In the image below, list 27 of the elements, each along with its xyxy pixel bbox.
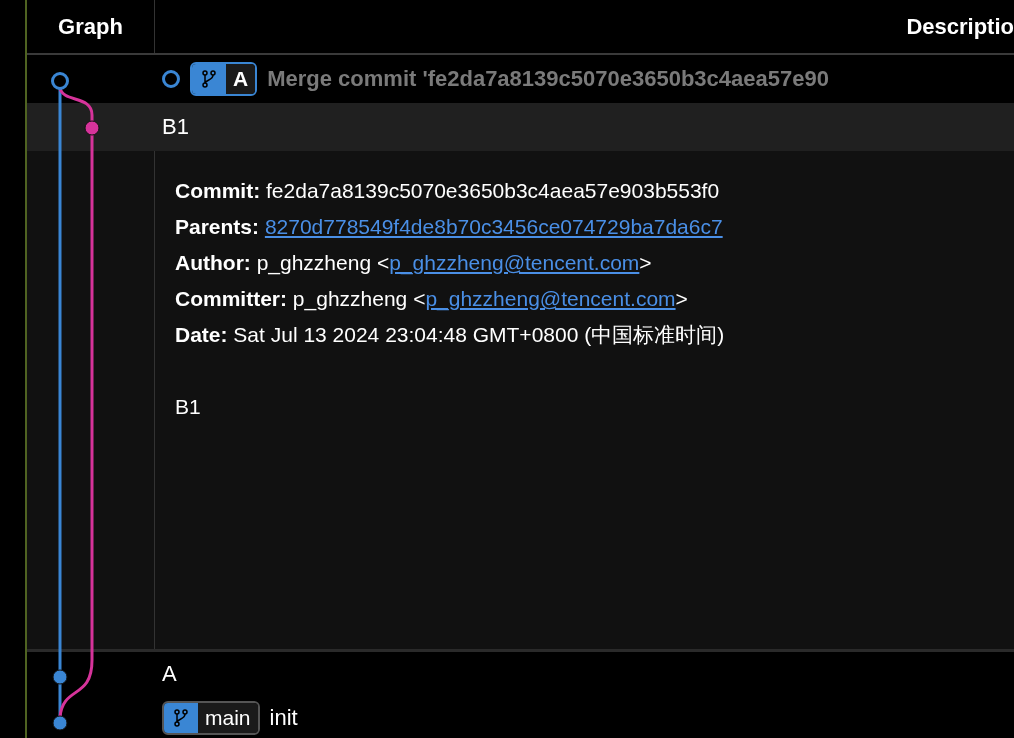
commit-row[interactable]: B1 <box>27 103 1014 151</box>
detail-line: Commit: fe2da7a8139c5070e3650b3c4aea57e903b553f0 <box>175 178 721 204</box>
commit-node[interactable] <box>84 120 100 136</box>
email-link[interactable]: p_ghzzheng@tencent.com <box>425 287 676 310</box>
branch-icon <box>202 70 216 88</box>
commit-node[interactable] <box>51 72 69 90</box>
commit-message: B1 <box>162 114 189 140</box>
column-header[interactable]: Graph <box>27 0 155 53</box>
commit-row[interactable]: A Merge commit 'fe2da7a8139c5070e3650b3c4aea57e90 <box>27 55 1014 103</box>
branch-icon <box>174 709 188 727</box>
detail-line: Committer: p_ghzzheng <p_ghzzheng@tencent.com> <box>175 286 689 313</box>
column-header[interactable]: Descriptio <box>155 0 1014 53</box>
commit-body: B1 <box>175 395 202 419</box>
commit-message: A <box>162 661 177 687</box>
detail-line: Author: p_ghzzheng <p_ghzzheng@tencent.com> <box>175 250 653 277</box>
commit-message: Merge commit 'fe2da7a8139c5070e3650b3c4aea57e90 <box>267 66 829 92</box>
commit-message: init <box>269 705 298 731</box>
commit-row[interactable]: main init <box>27 696 1014 738</box>
parent-link[interactable]: 8270d778549f4de8b70c3456ce074729ba7da6c7 <box>264 215 723 238</box>
email-link[interactable]: p_ghzzheng@tencent.com <box>389 251 640 274</box>
branch-badge[interactable]: A <box>190 62 258 96</box>
detail-line: Date: Sat Jul 13 2024 23:04:48 GMT+0800 (中国标准时间) <box>175 322 725 348</box>
branch-badge[interactable]: main <box>162 701 260 735</box>
detail-line: Parents: 8270d778549f4de8b70c3456ce074729ba7da6c7 <box>175 214 724 240</box>
commit-node[interactable] <box>52 669 68 685</box>
commit-node[interactable] <box>52 715 68 731</box>
commit-row[interactable]: A <box>27 652 1014 696</box>
